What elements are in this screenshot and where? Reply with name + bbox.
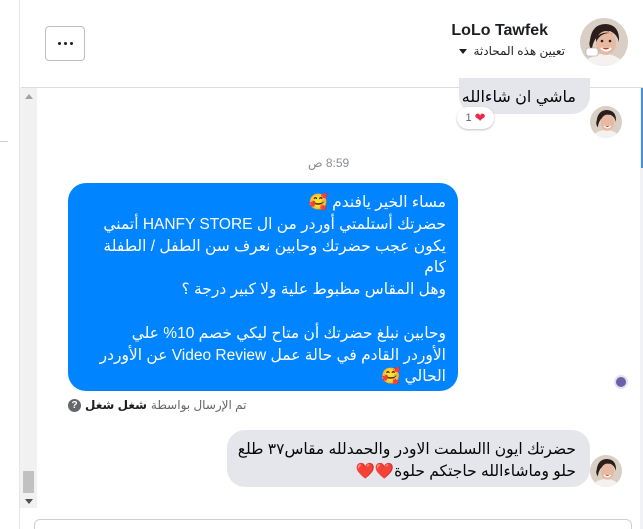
message-text: ماشي ان شاءالله: [461, 89, 576, 106]
message-reaction[interactable]: 1 ❤: [457, 107, 494, 129]
assign-conversation-dropdown[interactable]: تعيين هذه المحادثة: [459, 44, 565, 58]
conversation-header: LoLo Tawfek تعيين هذه المحادثة: [21, 0, 643, 88]
more-dots-icon: [57, 42, 61, 45]
message-line: وهل المقاس مظبوط علية ولا كبير درجة ؟: [181, 281, 446, 299]
contact-avatar[interactable]: [580, 18, 628, 66]
sent-by-info: تم الإرسال بواسطة شغل شغل ?: [68, 398, 247, 412]
more-dots-icon-dot: [63, 42, 67, 45]
message-timestamp: 8:59 ص: [308, 156, 350, 170]
conversation-view: LoLo Tawfek تعيين هذه المحادثة ماشي ان ش…: [0, 0, 643, 529]
assign-conversation-label: تعيين هذه المحادثة: [473, 44, 565, 58]
message-line: حضرتك ايون االسلمت الاودر والحمدلله مقاس…: [237, 441, 576, 458]
message-line: حلو وماشاءالله حاجتكم حلوة❤️❤️: [355, 463, 577, 480]
scroll-up-arrow-icon[interactable]: [20, 90, 37, 102]
left-panel-edge: [0, 0, 20, 529]
outgoing-message-bubble[interactable]: مساء الخير يافندم 🥰 حضرتك أستلمتي أوردر …: [68, 183, 458, 391]
reaction-count: 1: [465, 112, 472, 124]
left-panel-divider: [0, 141, 8, 142]
message-line: الحالي 🥰: [380, 368, 446, 386]
seen-indicator-icon: [614, 375, 628, 389]
message-line: الأوردر القادم في حالة عمل Video Review …: [99, 346, 446, 364]
incoming-message-bubble[interactable]: حضرتك ايون االسلمت الاودر والحمدلله مقاس…: [227, 430, 590, 487]
help-icon[interactable]: ?: [68, 398, 81, 412]
contact-name[interactable]: LoLo Tawfek: [451, 22, 548, 40]
message-line: يكون عجب حضرتك وحابين نعرف سن الطفل / ال…: [103, 237, 446, 255]
sent-by-agent[interactable]: شغل شغل: [85, 398, 147, 412]
message-scrollbar[interactable]: [20, 88, 37, 508]
contact-avatar-small[interactable]: [590, 106, 622, 138]
message-composer[interactable]: [34, 519, 632, 529]
caret-down-icon: [459, 48, 468, 54]
scroll-down-arrow-icon[interactable]: [20, 495, 37, 507]
message-line: كام: [424, 259, 446, 277]
more-options-button[interactable]: [45, 26, 85, 61]
contact-avatar-small[interactable]: [590, 455, 622, 487]
scrollbar-thumb[interactable]: [23, 471, 34, 493]
more-dots-icon-dot: [69, 42, 73, 45]
message-line: مساء الخير يافندم 🥰: [308, 194, 446, 211]
heart-icon: ❤: [474, 110, 486, 125]
sent-by-label: تم الإرسال بواسطة: [150, 398, 247, 412]
message-line: وحابين نبلغ حضرتك أن متاح ليكي خصم 10% ع…: [131, 324, 446, 342]
message-line: حضرتك أستلمتي أوردر من ال HANFY STORE أت…: [103, 215, 446, 233]
